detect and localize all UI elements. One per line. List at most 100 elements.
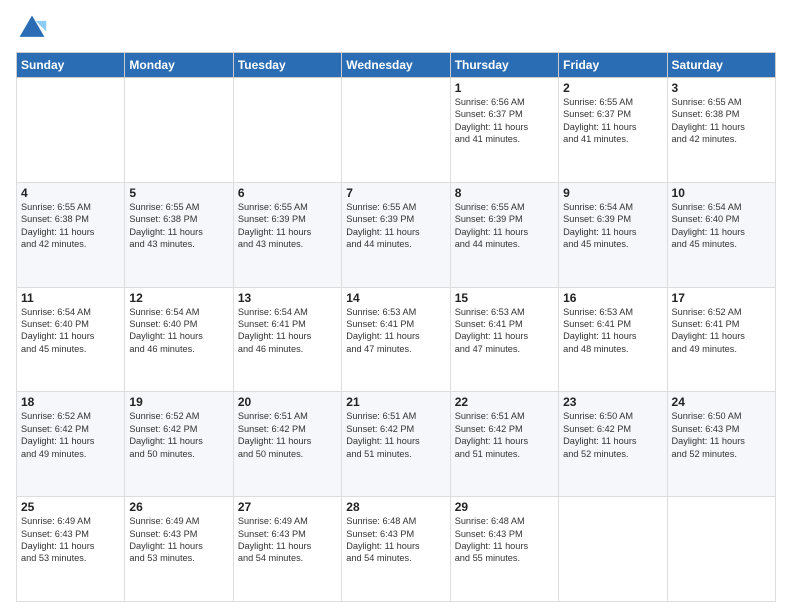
- day-number: 20: [238, 395, 337, 409]
- day-number: 21: [346, 395, 445, 409]
- day-number: 3: [672, 81, 771, 95]
- day-info: Sunrise: 6:50 AM Sunset: 6:42 PM Dayligh…: [563, 410, 662, 460]
- day-cell: 22Sunrise: 6:51 AM Sunset: 6:42 PM Dayli…: [450, 392, 558, 497]
- day-cell: 18Sunrise: 6:52 AM Sunset: 6:42 PM Dayli…: [17, 392, 125, 497]
- day-cell: 20Sunrise: 6:51 AM Sunset: 6:42 PM Dayli…: [233, 392, 341, 497]
- day-info: Sunrise: 6:51 AM Sunset: 6:42 PM Dayligh…: [455, 410, 554, 460]
- day-info: Sunrise: 6:52 AM Sunset: 6:41 PM Dayligh…: [672, 306, 771, 356]
- day-info: Sunrise: 6:53 AM Sunset: 6:41 PM Dayligh…: [346, 306, 445, 356]
- day-cell: 7Sunrise: 6:55 AM Sunset: 6:39 PM Daylig…: [342, 182, 450, 287]
- day-cell: 29Sunrise: 6:48 AM Sunset: 6:43 PM Dayli…: [450, 497, 558, 602]
- day-info: Sunrise: 6:55 AM Sunset: 6:38 PM Dayligh…: [672, 96, 771, 146]
- day-number: 5: [129, 186, 228, 200]
- day-info: Sunrise: 6:54 AM Sunset: 6:40 PM Dayligh…: [672, 201, 771, 251]
- day-number: 29: [455, 500, 554, 514]
- day-info: Sunrise: 6:49 AM Sunset: 6:43 PM Dayligh…: [129, 515, 228, 565]
- day-cell: 24Sunrise: 6:50 AM Sunset: 6:43 PM Dayli…: [667, 392, 775, 497]
- day-cell: [233, 78, 341, 183]
- day-cell: [559, 497, 667, 602]
- day-info: Sunrise: 6:49 AM Sunset: 6:43 PM Dayligh…: [238, 515, 337, 565]
- col-header-wednesday: Wednesday: [342, 53, 450, 78]
- day-cell: 21Sunrise: 6:51 AM Sunset: 6:42 PM Dayli…: [342, 392, 450, 497]
- week-row-3: 11Sunrise: 6:54 AM Sunset: 6:40 PM Dayli…: [17, 287, 776, 392]
- day-number: 6: [238, 186, 337, 200]
- day-number: 22: [455, 395, 554, 409]
- day-number: 12: [129, 291, 228, 305]
- day-info: Sunrise: 6:54 AM Sunset: 6:40 PM Dayligh…: [129, 306, 228, 356]
- col-header-friday: Friday: [559, 53, 667, 78]
- day-cell: 14Sunrise: 6:53 AM Sunset: 6:41 PM Dayli…: [342, 287, 450, 392]
- header-row: SundayMondayTuesdayWednesdayThursdayFrid…: [17, 53, 776, 78]
- day-number: 1: [455, 81, 554, 95]
- day-cell: [125, 78, 233, 183]
- week-row-2: 4Sunrise: 6:55 AM Sunset: 6:38 PM Daylig…: [17, 182, 776, 287]
- day-number: 9: [563, 186, 662, 200]
- day-cell: 4Sunrise: 6:55 AM Sunset: 6:38 PM Daylig…: [17, 182, 125, 287]
- day-cell: 6Sunrise: 6:55 AM Sunset: 6:39 PM Daylig…: [233, 182, 341, 287]
- week-row-5: 25Sunrise: 6:49 AM Sunset: 6:43 PM Dayli…: [17, 497, 776, 602]
- day-cell: 27Sunrise: 6:49 AM Sunset: 6:43 PM Dayli…: [233, 497, 341, 602]
- col-header-tuesday: Tuesday: [233, 53, 341, 78]
- day-info: Sunrise: 6:55 AM Sunset: 6:37 PM Dayligh…: [563, 96, 662, 146]
- day-number: 27: [238, 500, 337, 514]
- week-row-4: 18Sunrise: 6:52 AM Sunset: 6:42 PM Dayli…: [17, 392, 776, 497]
- day-number: 8: [455, 186, 554, 200]
- logo-icon: [16, 12, 48, 44]
- day-cell: 23Sunrise: 6:50 AM Sunset: 6:42 PM Dayli…: [559, 392, 667, 497]
- day-info: Sunrise: 6:49 AM Sunset: 6:43 PM Dayligh…: [21, 515, 120, 565]
- day-cell: 13Sunrise: 6:54 AM Sunset: 6:41 PM Dayli…: [233, 287, 341, 392]
- day-number: 28: [346, 500, 445, 514]
- day-cell: 1Sunrise: 6:56 AM Sunset: 6:37 PM Daylig…: [450, 78, 558, 183]
- day-number: 17: [672, 291, 771, 305]
- col-header-thursday: Thursday: [450, 53, 558, 78]
- day-cell: 3Sunrise: 6:55 AM Sunset: 6:38 PM Daylig…: [667, 78, 775, 183]
- day-info: Sunrise: 6:55 AM Sunset: 6:39 PM Dayligh…: [238, 201, 337, 251]
- day-info: Sunrise: 6:53 AM Sunset: 6:41 PM Dayligh…: [563, 306, 662, 356]
- day-cell: [667, 497, 775, 602]
- col-header-sunday: Sunday: [17, 53, 125, 78]
- day-number: 19: [129, 395, 228, 409]
- week-row-1: 1Sunrise: 6:56 AM Sunset: 6:37 PM Daylig…: [17, 78, 776, 183]
- day-info: Sunrise: 6:54 AM Sunset: 6:39 PM Dayligh…: [563, 201, 662, 251]
- day-number: 13: [238, 291, 337, 305]
- day-info: Sunrise: 6:53 AM Sunset: 6:41 PM Dayligh…: [455, 306, 554, 356]
- day-info: Sunrise: 6:51 AM Sunset: 6:42 PM Dayligh…: [346, 410, 445, 460]
- day-cell: 28Sunrise: 6:48 AM Sunset: 6:43 PM Dayli…: [342, 497, 450, 602]
- day-number: 2: [563, 81, 662, 95]
- day-cell: 19Sunrise: 6:52 AM Sunset: 6:42 PM Dayli…: [125, 392, 233, 497]
- day-number: 18: [21, 395, 120, 409]
- day-info: Sunrise: 6:52 AM Sunset: 6:42 PM Dayligh…: [21, 410, 120, 460]
- day-cell: [17, 78, 125, 183]
- day-cell: 16Sunrise: 6:53 AM Sunset: 6:41 PM Dayli…: [559, 287, 667, 392]
- calendar-table: SundayMondayTuesdayWednesdayThursdayFrid…: [16, 52, 776, 602]
- day-cell: [342, 78, 450, 183]
- day-cell: 15Sunrise: 6:53 AM Sunset: 6:41 PM Dayli…: [450, 287, 558, 392]
- day-info: Sunrise: 6:55 AM Sunset: 6:39 PM Dayligh…: [346, 201, 445, 251]
- day-cell: 10Sunrise: 6:54 AM Sunset: 6:40 PM Dayli…: [667, 182, 775, 287]
- day-info: Sunrise: 6:50 AM Sunset: 6:43 PM Dayligh…: [672, 410, 771, 460]
- day-number: 4: [21, 186, 120, 200]
- logo: [16, 12, 52, 44]
- day-info: Sunrise: 6:54 AM Sunset: 6:41 PM Dayligh…: [238, 306, 337, 356]
- day-number: 25: [21, 500, 120, 514]
- col-header-monday: Monday: [125, 53, 233, 78]
- day-cell: 26Sunrise: 6:49 AM Sunset: 6:43 PM Dayli…: [125, 497, 233, 602]
- day-info: Sunrise: 6:55 AM Sunset: 6:38 PM Dayligh…: [21, 201, 120, 251]
- day-cell: 8Sunrise: 6:55 AM Sunset: 6:39 PM Daylig…: [450, 182, 558, 287]
- day-info: Sunrise: 6:48 AM Sunset: 6:43 PM Dayligh…: [455, 515, 554, 565]
- day-number: 15: [455, 291, 554, 305]
- col-header-saturday: Saturday: [667, 53, 775, 78]
- day-number: 16: [563, 291, 662, 305]
- day-cell: 9Sunrise: 6:54 AM Sunset: 6:39 PM Daylig…: [559, 182, 667, 287]
- day-cell: 11Sunrise: 6:54 AM Sunset: 6:40 PM Dayli…: [17, 287, 125, 392]
- day-number: 14: [346, 291, 445, 305]
- day-cell: 12Sunrise: 6:54 AM Sunset: 6:40 PM Dayli…: [125, 287, 233, 392]
- day-cell: 2Sunrise: 6:55 AM Sunset: 6:37 PM Daylig…: [559, 78, 667, 183]
- day-number: 26: [129, 500, 228, 514]
- day-info: Sunrise: 6:52 AM Sunset: 6:42 PM Dayligh…: [129, 410, 228, 460]
- day-info: Sunrise: 6:48 AM Sunset: 6:43 PM Dayligh…: [346, 515, 445, 565]
- day-info: Sunrise: 6:55 AM Sunset: 6:39 PM Dayligh…: [455, 201, 554, 251]
- day-info: Sunrise: 6:55 AM Sunset: 6:38 PM Dayligh…: [129, 201, 228, 251]
- day-info: Sunrise: 6:51 AM Sunset: 6:42 PM Dayligh…: [238, 410, 337, 460]
- day-number: 7: [346, 186, 445, 200]
